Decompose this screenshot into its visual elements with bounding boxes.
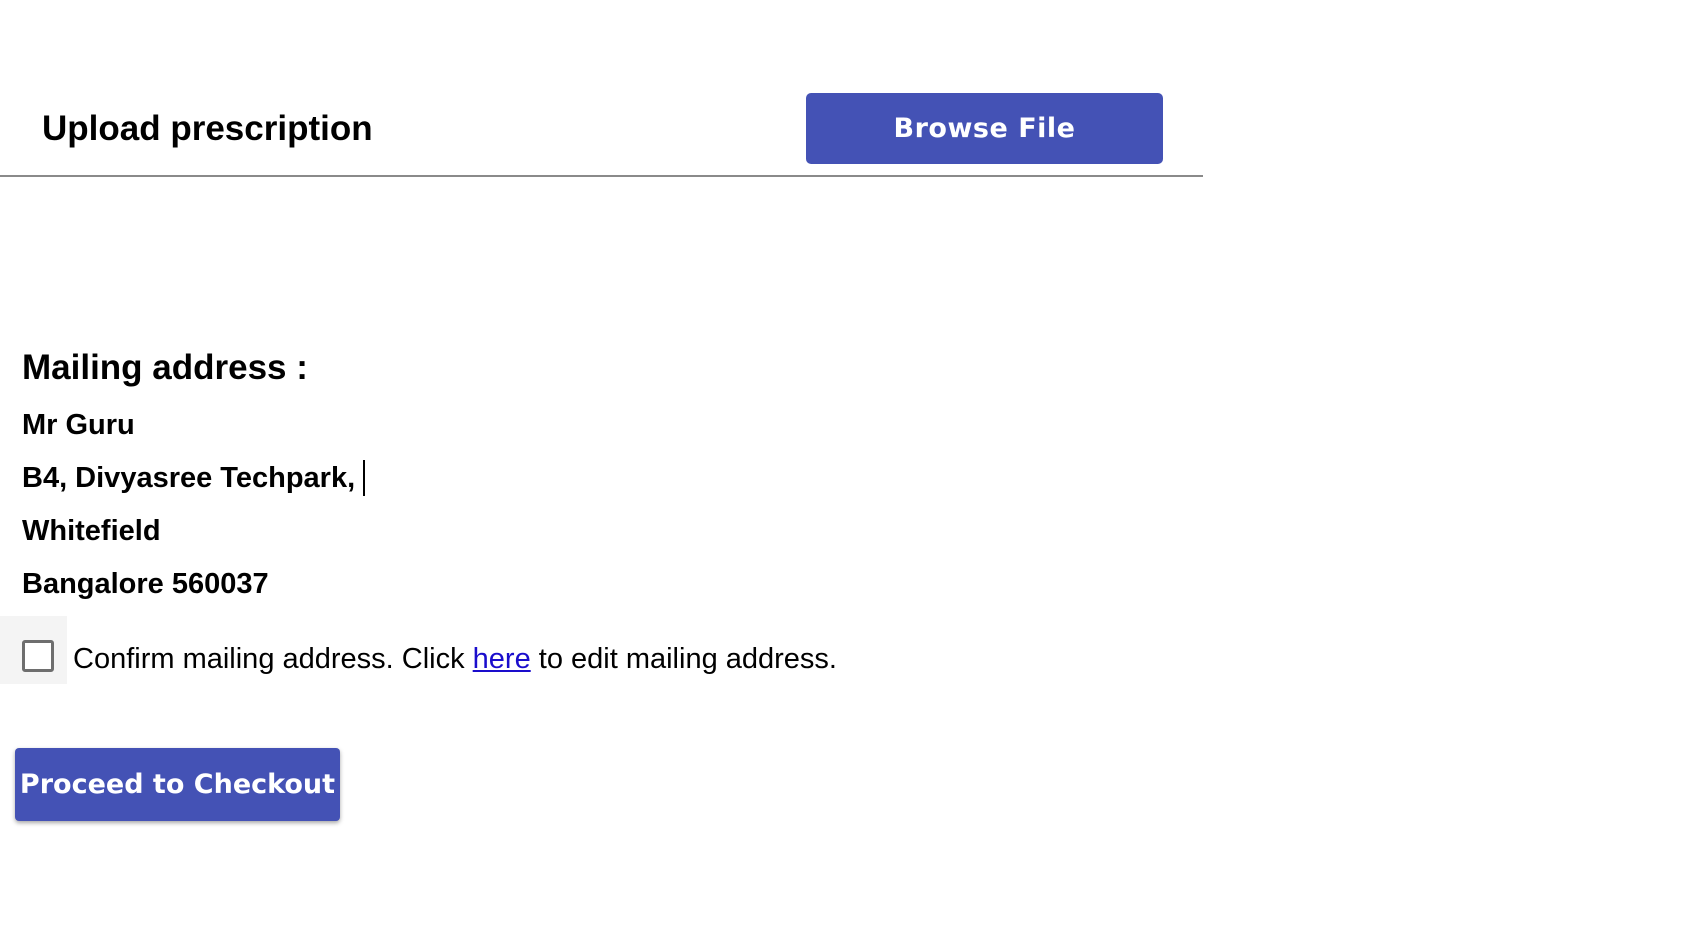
address-line-name: Mr Guru: [22, 409, 135, 441]
confirm-address-checkbox[interactable]: [22, 640, 54, 672]
confirm-address-label: Confirm mailing address. Click here to e…: [73, 641, 837, 677]
text-caret: [363, 460, 366, 496]
mailing-address-heading: Mailing address :: [22, 348, 308, 387]
confirm-text-after: to edit mailing address.: [530, 643, 837, 675]
browse-file-button[interactable]: Browse File: [806, 93, 1163, 164]
edit-address-link[interactable]: here: [473, 643, 531, 675]
address-line-street: B4, Divyasree Techpark,: [22, 460, 366, 496]
address-line-city: Bangalore 560037: [22, 568, 269, 600]
upload-prescription-section: Upload prescription Browse File: [0, 0, 1203, 177]
confirm-checkbox-area: [0, 616, 67, 684]
address-line-locality: Whitefield: [22, 515, 161, 547]
address-line-street-text: B4, Divyasree Techpark,: [22, 462, 356, 494]
proceed-to-checkout-button[interactable]: Proceed to Checkout: [15, 748, 340, 821]
upload-prescription-title: Upload prescription: [42, 109, 373, 148]
page: Upload prescription Browse File Mailing …: [0, 0, 1682, 952]
confirm-text-before: Confirm mailing address. Click: [73, 643, 473, 675]
